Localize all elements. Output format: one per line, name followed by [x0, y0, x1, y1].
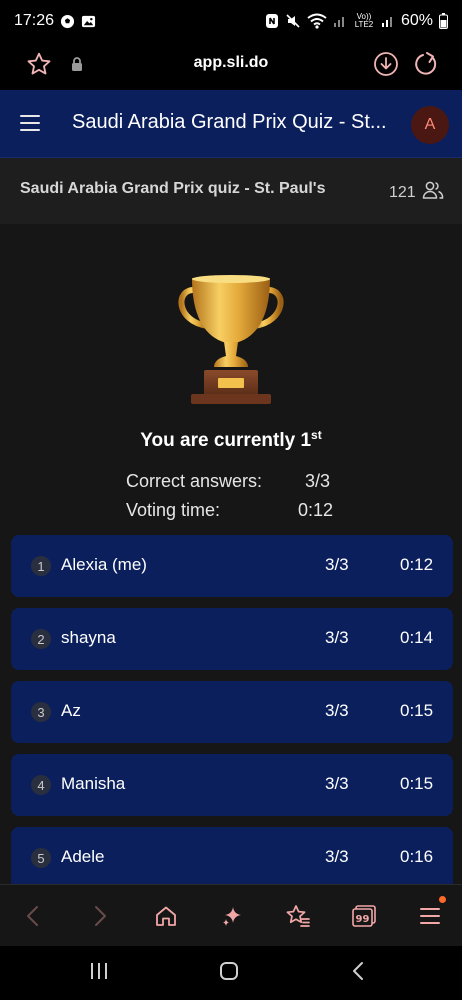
hamburger-menu-icon[interactable] [20, 115, 40, 131]
download-icon[interactable] [372, 50, 400, 83]
back-arrow-icon[interactable] [18, 901, 48, 931]
recent-apps-icon[interactable] [88, 960, 110, 982]
browser-bottom-nav: 99 [0, 884, 462, 946]
participant-score: 3/3 [325, 774, 349, 793]
participant-name: Manisha [61, 774, 126, 793]
mute-icon [285, 13, 301, 29]
leaderboard-row: 2 shayna 3/3 0:14 [11, 608, 453, 670]
leaderboard-row: 1 Alexia (me) 3/3 0:12 [11, 535, 453, 597]
event-title: Saudi Arabia Grand Prix quiz - St. Paul'… [20, 180, 326, 197]
rank-badge: 1 [31, 556, 51, 576]
participant-time: 0:15 [400, 774, 434, 793]
status-time: 17:26 [14, 12, 55, 29]
participant-time: 0:15 [400, 701, 434, 720]
participant-name: Adele [61, 847, 105, 866]
people-icon [422, 180, 444, 205]
rank-text: You are currently 1 [140, 430, 312, 451]
notification-dot [439, 896, 446, 903]
rank-suffix: st [311, 428, 322, 442]
browser-toolbar: app.sli.do [0, 42, 462, 90]
participant-name: Az [61, 701, 81, 720]
rank-badge: 2 [31, 629, 51, 649]
quote-icon[interactable]: 99 [349, 901, 379, 931]
participant-time: 0:16 [400, 847, 434, 866]
event-info-bar: Saudi Arabia Grand Prix quiz - St. Paul'… [0, 158, 462, 224]
signal-icon [333, 14, 347, 28]
participant-time: 0:14 [400, 628, 434, 647]
app-header: Saudi Arabia Grand Prix Quiz - St... A [0, 90, 462, 158]
avatar[interactable]: A [411, 106, 449, 144]
participant-name: shayna [61, 628, 116, 647]
leaderboard-row: 3 Az 3/3 0:15 [11, 681, 453, 743]
participant-count-value: 121 [389, 183, 416, 201]
signal-icon-2 [381, 14, 395, 28]
participant-score: 3/3 [325, 555, 349, 574]
forward-arrow-icon[interactable] [85, 901, 115, 931]
menu-icon[interactable] [415, 901, 445, 931]
soccer-ball-icon [60, 14, 75, 29]
lte-label: Vo)) LTE2 [354, 12, 374, 29]
sparkle-icon[interactable] [217, 901, 247, 931]
participant-name: Alexia (me) [61, 555, 147, 574]
voting-time-value: 0:12 [298, 500, 334, 520]
app-title: Saudi Arabia Grand Prix Quiz - St... [72, 111, 387, 133]
participant-score: 3/3 [325, 628, 349, 647]
leaderboard-row: 4 Manisha 3/3 0:15 [11, 754, 453, 816]
home-icon[interactable] [151, 901, 181, 931]
star-list-icon[interactable] [283, 901, 313, 931]
rank-heading: You are currently 1st [0, 428, 462, 452]
status-bar: 17:26 Vo)) LTE2 60% [0, 0, 462, 42]
wifi-icon [307, 13, 327, 29]
voting-time-label: Voting time: [126, 500, 221, 520]
leaderboard-row: 5 Adele 3/3 0:16 [11, 827, 453, 884]
trophy-icon [174, 270, 288, 410]
reload-icon[interactable] [412, 50, 440, 83]
system-nav-bar [0, 946, 462, 1000]
nfc-icon [265, 13, 279, 29]
participant-count[interactable]: 121 [389, 180, 444, 205]
participant-time: 0:12 [400, 555, 434, 574]
participant-score: 3/3 [325, 847, 349, 866]
svg-text:99: 99 [356, 914, 370, 925]
battery-percent: 60% [400, 12, 433, 29]
rank-badge: 4 [31, 775, 51, 795]
correct-answers-value: 3/3 [305, 471, 331, 491]
correct-answers-label: Correct answers: [126, 471, 263, 491]
participant-score: 3/3 [325, 701, 349, 720]
rank-badge: 3 [31, 702, 51, 722]
gallery-icon [81, 14, 96, 29]
home-button-icon[interactable] [218, 960, 240, 982]
rank-badge: 5 [31, 848, 51, 868]
system-back-icon[interactable] [348, 960, 370, 982]
battery-icon [439, 13, 448, 29]
